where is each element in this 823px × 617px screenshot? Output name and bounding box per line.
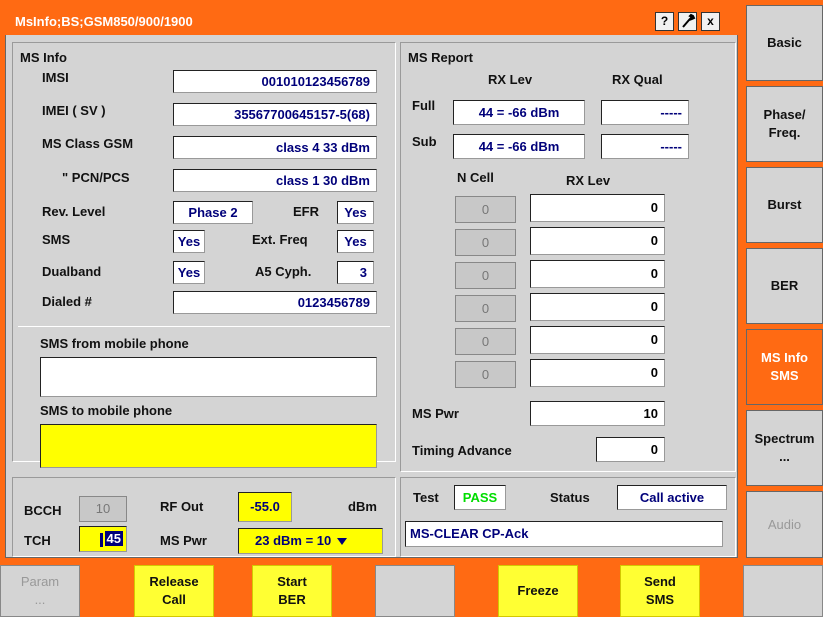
ncell-4: 0 bbox=[455, 328, 516, 355]
sms-to-field[interactable] bbox=[40, 424, 377, 468]
sms-to-label: SMS to mobile phone bbox=[40, 403, 173, 418]
rf-out-value[interactable]: -55.0 bbox=[238, 492, 292, 522]
imei-value: 35567700645157-5(68) bbox=[173, 103, 377, 126]
ms-pwr-dropdown[interactable]: 23 dBm = 10 bbox=[238, 528, 383, 554]
dialed-value: 0123456789 bbox=[173, 291, 377, 314]
window-title: MsInfo;BS;GSM850/900/1900 bbox=[5, 5, 738, 35]
ms-info-heading: MS Info bbox=[20, 50, 67, 65]
rf-out-unit: dBm bbox=[348, 499, 377, 514]
rev-level-value: Phase 2 bbox=[173, 201, 253, 224]
full-rxqual-value: ----- bbox=[601, 100, 689, 125]
softkey-release-call[interactable]: Release Call bbox=[134, 565, 214, 617]
call-status-value: Call active bbox=[617, 485, 727, 510]
bcch-label: BCCH bbox=[24, 503, 62, 518]
dialed-label: Dialed # bbox=[42, 294, 92, 309]
ncell-rxlev-1: 0 bbox=[530, 227, 665, 255]
help-button[interactable]: ? bbox=[655, 12, 674, 31]
wrench-icon[interactable] bbox=[678, 12, 697, 31]
sms-value: Yes bbox=[173, 230, 205, 253]
softkey-release-call-label: Release Call bbox=[149, 574, 199, 607]
tch-label: TCH bbox=[24, 533, 51, 548]
ext-freq-label: Ext. Freq bbox=[252, 232, 308, 247]
dualband-label: Dualband bbox=[42, 264, 102, 279]
rf-out-label: RF Out bbox=[160, 499, 204, 514]
side-button-ms-info-sms-label: MS Info SMS bbox=[761, 350, 808, 383]
signaling-message: MS-CLEAR CP-Ack bbox=[405, 521, 723, 547]
softkey-freeze[interactable]: Freeze bbox=[498, 565, 578, 617]
timing-advance-label: Timing Advance bbox=[412, 443, 512, 458]
side-button-burst[interactable]: Burst bbox=[746, 167, 823, 243]
rxlev-header: RX Lev bbox=[488, 72, 533, 87]
softkey-start-ber[interactable]: Start BER bbox=[252, 565, 332, 617]
sub-rxlev-value: 44 = -66 dBm bbox=[453, 134, 585, 159]
efr-value: Yes bbox=[337, 201, 374, 224]
bcch-value[interactable]: 10 bbox=[79, 496, 127, 522]
side-button-spectrum[interactable]: Spectrum ... bbox=[746, 410, 823, 486]
ext-freq-value: Yes bbox=[337, 230, 374, 253]
side-button-audio[interactable]: Audio bbox=[746, 491, 823, 558]
ncell-3: 0 bbox=[455, 295, 516, 322]
ms-report-heading: MS Report bbox=[408, 50, 473, 65]
tch-value[interactable]: 45 bbox=[79, 526, 127, 552]
rev-level-label: Rev. Level bbox=[42, 204, 106, 219]
dropdown-arrow-icon bbox=[337, 538, 348, 546]
dualband-value: Yes bbox=[173, 261, 205, 284]
softkey-empty-7[interactable] bbox=[743, 565, 823, 617]
softkey-send-sms-label: Send SMS bbox=[644, 574, 676, 607]
softkey-param-label: Param ... bbox=[20, 574, 60, 607]
side-button-spectrum-label: Spectrum ... bbox=[754, 431, 815, 464]
sms-label: SMS bbox=[42, 232, 71, 247]
full-label: Full bbox=[412, 98, 436, 113]
efr-label: EFR bbox=[293, 204, 319, 219]
side-button-ber[interactable]: BER bbox=[746, 248, 823, 324]
imsi-label: IMSI bbox=[42, 70, 69, 85]
ncell-2: 0 bbox=[455, 262, 516, 289]
sms-from-label: SMS from mobile phone bbox=[40, 336, 189, 351]
softkey-send-sms[interactable]: Send SMS bbox=[620, 565, 700, 617]
side-button-phase-freq[interactable]: Phase/ Freq. bbox=[746, 86, 823, 162]
ms-pwr-label: MS Pwr bbox=[160, 533, 207, 548]
ncell-5: 0 bbox=[455, 361, 516, 388]
softkey-empty-4[interactable] bbox=[375, 565, 455, 617]
softkey-param[interactable]: Param ... bbox=[0, 565, 80, 617]
divider bbox=[18, 326, 390, 327]
ncell-rxlev-4: 0 bbox=[530, 326, 665, 354]
side-button-basic[interactable]: Basic bbox=[746, 5, 823, 81]
a5-cyph-label: A5 Cyph. bbox=[255, 264, 312, 279]
ms-pwr-selected: 23 dBm = 10 bbox=[255, 533, 332, 548]
ms-class-gsm-label: MS Class GSM bbox=[42, 136, 134, 151]
sub-rxqual-value: ----- bbox=[601, 134, 689, 159]
text-cursor-icon bbox=[99, 532, 103, 547]
ncell-1: 0 bbox=[455, 229, 516, 256]
ms-pwr-report-label: MS Pwr bbox=[412, 406, 459, 421]
ncell-rxlev-0: 0 bbox=[530, 194, 665, 222]
ncell-rxlev-header: RX Lev bbox=[566, 173, 611, 188]
ncell-rxlev-2: 0 bbox=[530, 260, 665, 288]
timing-advance-value: 0 bbox=[596, 437, 665, 462]
status-label: Status bbox=[550, 490, 590, 505]
imsi-value: 001010123456789 bbox=[173, 70, 377, 93]
ms-class-gsm-value: class 4 33 dBm bbox=[173, 136, 377, 159]
softkey-start-ber-label: Start BER bbox=[277, 574, 307, 607]
sms-from-field[interactable] bbox=[40, 357, 377, 397]
ncell-rxlev-3: 0 bbox=[530, 293, 665, 321]
imei-label: IMEI ( SV ) bbox=[42, 103, 106, 118]
tch-value-text: 45 bbox=[104, 531, 123, 546]
pcn-pcs-label: " PCN/PCS bbox=[62, 170, 130, 185]
ms-pwr-report-value: 10 bbox=[530, 401, 665, 426]
sub-label: Sub bbox=[412, 134, 437, 149]
ncell-0: 0 bbox=[455, 196, 516, 223]
a5-cyph-value: 3 bbox=[337, 261, 374, 284]
side-button-phase-freq-label: Phase/ Freq. bbox=[763, 107, 806, 140]
close-button[interactable]: x bbox=[701, 12, 720, 31]
pcn-pcs-value: class 1 30 dBm bbox=[173, 169, 377, 192]
rxqual-header: RX Qual bbox=[612, 72, 663, 87]
full-rxlev-value: 44 = -66 dBm bbox=[453, 100, 585, 125]
ncell-header: N Cell bbox=[457, 170, 494, 185]
ncell-rxlev-5: 0 bbox=[530, 359, 665, 387]
test-label: Test bbox=[413, 490, 439, 505]
side-button-ms-info-sms[interactable]: MS Info SMS bbox=[746, 329, 823, 405]
test-status-badge: PASS bbox=[454, 485, 506, 510]
